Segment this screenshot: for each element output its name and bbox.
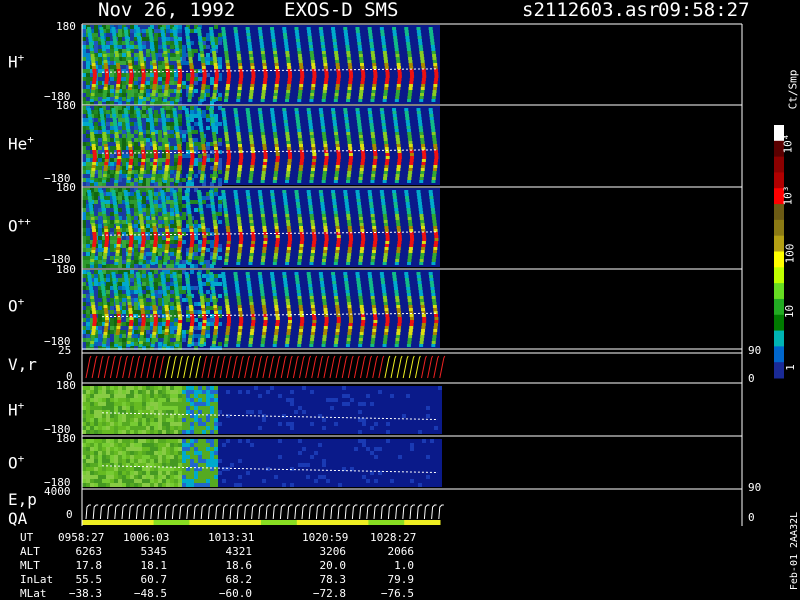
qa-segment xyxy=(296,520,334,525)
footer-ut-2: 1006:03 xyxy=(123,531,170,544)
colorbar-unit: Ct/Smp xyxy=(786,69,800,110)
colorbar-label-1: 1 xyxy=(783,364,797,371)
footer-label-inlat: InLat xyxy=(20,573,54,586)
footer-label-alt: ALT xyxy=(20,545,40,558)
footer-label-mlt: MLT xyxy=(20,559,40,572)
tick-p5-top: 25 xyxy=(58,344,72,357)
plot-screen: { "header": { "date": "Nov 26, 1992", "i… xyxy=(0,0,800,600)
footer-ut-1: 0958:27 xyxy=(58,531,105,544)
qa-segment xyxy=(189,520,226,525)
panel-h-plus-2 xyxy=(82,386,442,434)
qa-segment xyxy=(82,520,119,525)
footer-ut-4: 1020:59 xyxy=(302,531,349,544)
colorbar-swatch xyxy=(774,330,784,347)
panel-h-plus xyxy=(82,25,440,105)
panel-label-he-plus: He+ xyxy=(8,133,34,154)
tick-p2-top: 180 xyxy=(56,99,76,112)
panel-he-plus xyxy=(82,106,440,186)
footer-mlt-3: 18.6 xyxy=(225,559,253,572)
tick-p3-top: 180 xyxy=(56,181,76,194)
footer-inlat-5: 79.9 xyxy=(387,573,415,586)
footer-inlat-3: 68.2 xyxy=(225,573,253,586)
qa-segment xyxy=(404,520,441,525)
colorbar-swatch xyxy=(774,346,784,363)
tick-p8-bottom: 0 xyxy=(66,508,73,521)
panel-ep xyxy=(85,504,444,520)
footer-mlat-1: −38.3 xyxy=(68,587,102,600)
qa-segment xyxy=(332,520,369,525)
footer-mlat-4: −72.8 xyxy=(312,587,346,600)
tick-p1-top: 180 xyxy=(56,20,76,33)
footer-label-mlat: MLat xyxy=(20,587,47,600)
footer-alt-1: 6263 xyxy=(75,545,103,558)
spectrogram-plot xyxy=(81,23,784,526)
footer-mlt-5: 1.0 xyxy=(394,559,414,572)
footer-mlat-2: −48.5 xyxy=(133,587,167,600)
footer-ut-5: 1028:27 xyxy=(370,531,417,544)
footer-mlt-1: 17.8 xyxy=(75,559,103,572)
panel-label-ep: E,p xyxy=(8,490,37,509)
footer-mlt-4: 20.0 xyxy=(319,559,347,572)
tick-right-p5-bottom: 0 xyxy=(748,372,755,385)
colorbar-swatch xyxy=(774,362,784,379)
panel-o-plus-2 xyxy=(82,439,442,487)
qa-segment xyxy=(117,520,155,525)
tick-right-p8-top: 90 xyxy=(748,481,762,494)
panel-label-o-plus: O+ xyxy=(8,295,25,316)
footer-alt-5: 2066 xyxy=(387,545,415,558)
qa-segment xyxy=(368,520,405,525)
colorbar-swatch xyxy=(774,283,784,300)
footer-inlat-2: 60.7 xyxy=(140,573,168,586)
panel-o-plus xyxy=(82,270,440,350)
tick-p8-top: 4000 xyxy=(44,485,71,498)
footer-ut-3: 1013:31 xyxy=(208,531,255,544)
qa-segment xyxy=(261,520,298,525)
footer-mlat-3: −60.0 xyxy=(218,587,252,600)
panel-label-h-plus: H+ xyxy=(8,51,25,72)
footer-inlat-1: 55.5 xyxy=(75,573,103,586)
panel-label-h-plus-2: H+ xyxy=(8,399,25,420)
colorbar-label-10k: 10⁴ xyxy=(781,133,795,154)
footer-inlat-4: 78.3 xyxy=(319,573,347,586)
footer-alt-3: 4321 xyxy=(225,545,253,558)
footer-mlat-5: −76.5 xyxy=(380,587,414,600)
panel-label-o-plus-plus: O++ xyxy=(8,215,31,236)
footer-mlt-2: 18.1 xyxy=(140,559,168,572)
qa-segment xyxy=(153,520,190,525)
qa-segment xyxy=(225,520,262,525)
tick-p7-top: 180 xyxy=(56,432,76,445)
footer-alt-2: 5345 xyxy=(140,545,168,558)
colorbar-swatch xyxy=(774,204,784,221)
tick-right-p8-bottom: 0 xyxy=(748,511,755,524)
colorbar-label-100: 100 xyxy=(783,243,797,264)
panel-vr xyxy=(85,355,446,379)
colorbar-label-10: 10 xyxy=(783,304,797,319)
footer-code: Feb-01 2AA32L xyxy=(789,511,800,591)
tick-p6-top: 180 xyxy=(56,379,76,392)
colorbar-swatch xyxy=(774,156,784,173)
tick-right-p5-top: 90 xyxy=(748,344,762,357)
colorbar-swatch xyxy=(774,219,784,237)
footer-label-ut: UT xyxy=(20,531,34,544)
panel-label-o-plus-2: O+ xyxy=(8,452,25,473)
panel-label-qa: QA xyxy=(8,509,28,528)
panel-label-vr: V,r xyxy=(8,355,37,374)
colorbar-swatch xyxy=(774,267,784,284)
colorbar-label-1k: 10³ xyxy=(781,185,795,206)
panel-o-plus-plus xyxy=(82,188,440,268)
tick-p4-top: 180 xyxy=(56,263,76,276)
footer-alt-4: 3206 xyxy=(319,545,347,558)
